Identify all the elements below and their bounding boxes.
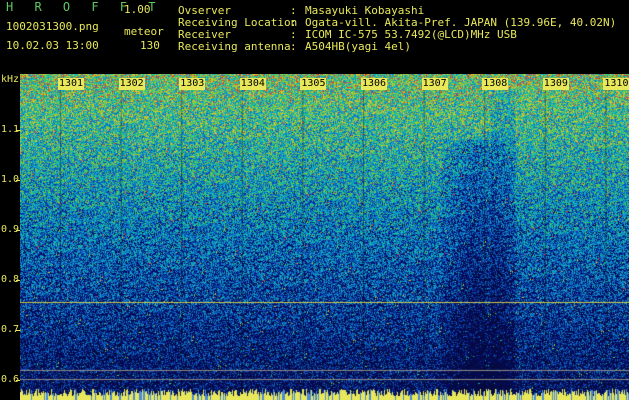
antenna-label: Receiving antenna bbox=[178, 40, 291, 53]
x-tick-label: 1310 bbox=[603, 78, 629, 90]
x-tick-label: 1303 bbox=[179, 78, 206, 90]
filename-label: 1002031300.png bbox=[6, 20, 99, 33]
mode-label: meteor bbox=[124, 25, 164, 38]
count-label: 130 bbox=[140, 39, 160, 52]
axis-unit-label: kHz bbox=[1, 74, 20, 85]
frequency-axis: kHz 1.1 1.0 0.9 0.8 0.7 0.6 bbox=[0, 74, 20, 400]
x-tick-label: 1308 bbox=[482, 78, 509, 90]
x-tick-label: 1309 bbox=[542, 78, 569, 90]
x-tick-label: 1302 bbox=[118, 78, 145, 90]
x-tick-label: 1305 bbox=[300, 78, 327, 90]
x-tick-label: 1304 bbox=[239, 78, 266, 90]
x-tick-label: 1301 bbox=[58, 78, 85, 90]
antenna-value: A504HB(yagi 4el) bbox=[305, 40, 411, 53]
x-tick-label: 1307 bbox=[421, 78, 448, 90]
datetime-label: 10.02.03 13:00 bbox=[6, 39, 99, 52]
header-panel: H R O F F T 1.00 1002031300.png meteor 1… bbox=[0, 0, 629, 74]
version-label: 1.00 bbox=[124, 3, 151, 16]
antenna-sep: : bbox=[290, 40, 297, 53]
spectrogram-plot bbox=[20, 74, 629, 400]
x-tick-label: 1306 bbox=[361, 78, 388, 90]
